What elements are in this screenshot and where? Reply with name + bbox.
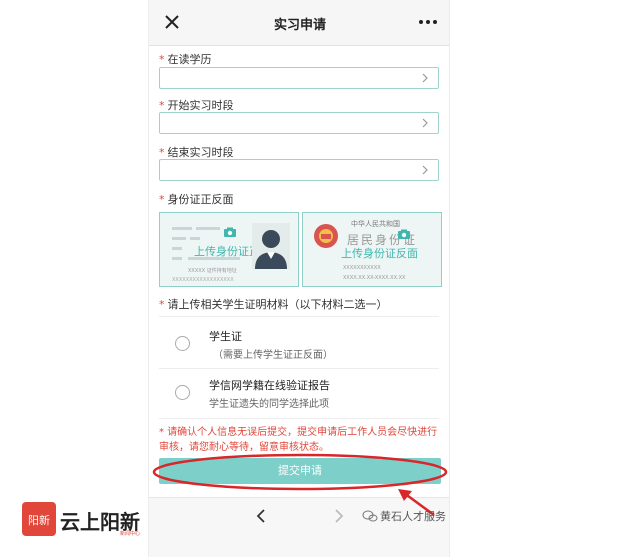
option-student-card[interactable]: 学生证 （需要上传学生证正反面）	[159, 320, 439, 368]
id-section-label: * 身份证正反面	[159, 193, 234, 206]
chevron-right-icon	[422, 73, 428, 83]
text-line	[196, 227, 220, 230]
brand-mark-text: 阳新	[28, 513, 50, 527]
required-mark: *	[159, 53, 165, 66]
watermark: 黄石人才服务	[362, 508, 446, 528]
address-hint: XXXXX 证件持有地址	[188, 268, 237, 274]
divider	[159, 368, 439, 369]
validity-row: XXXX.XX.XX-XXXX.XX.XX	[343, 275, 406, 281]
text-line	[172, 257, 182, 260]
radio-button[interactable]	[175, 336, 190, 351]
portrait-photo	[252, 223, 290, 269]
divider	[159, 418, 439, 419]
id-front-upload[interactable]: XXXXX 证件持有地址 上传身份证正面 XXXXXXXXXXXXXXXXXX	[159, 212, 299, 287]
more-options-icon[interactable]	[417, 14, 439, 30]
id-back-upload[interactable]: 中华人民共和国 居民身份证 上传身份证反面 XXXXXXXXXXX XXXX.X…	[302, 212, 442, 287]
watermark-text: 黄石人才服务	[380, 510, 446, 523]
option-subtitle: （需要上传学生证正反面）	[213, 350, 333, 361]
option-title: 学生证	[209, 330, 242, 343]
camera-icon	[398, 229, 410, 239]
required-mark: *	[159, 99, 165, 112]
camera-icon	[224, 227, 236, 237]
notice-text: * 请确认个人信息无误后提交，提交申请后工作人员会尽快进行审核，请您耐心等待，留…	[159, 427, 438, 453]
brand-logo: 阳新 云上阳新 新闻中心	[22, 500, 142, 540]
id-number-row: XXXXXXXXXXXXXXXXXX	[172, 277, 234, 283]
start-period-select[interactable]	[159, 112, 439, 134]
national-emblem-icon	[314, 224, 338, 248]
title-bar: 实习申请	[149, 0, 449, 46]
brand-mark-icon: 阳新	[22, 502, 56, 536]
end-period-label: * 结束实习时段	[159, 146, 234, 159]
chevron-right-icon	[422, 118, 428, 128]
education-label: * 在读学历	[159, 53, 212, 66]
chevron-right-icon	[422, 165, 428, 175]
required-mark: *	[159, 146, 165, 159]
issuing-row: XXXXXXXXXXX	[343, 265, 381, 271]
upload-back-text: 上传身份证反面	[341, 247, 418, 260]
text-line	[172, 237, 186, 240]
option-chsi-report[interactable]: 学信网学籍在线验证报告 学生证遗失的同学选择此项	[159, 370, 439, 418]
radio-button[interactable]	[175, 385, 190, 400]
education-select[interactable]	[159, 67, 439, 89]
screenshot-stage: 实习申请 * 在读学历 * 开始实习时段 * 结束实习时段 * 身份证正反面 X…	[0, 0, 629, 557]
option-title: 学信网学籍在线验证报告	[209, 379, 330, 392]
material-label: * 请上传相关学生证明材料（以下材料二选一）	[159, 298, 388, 311]
brand-tag: 新闻中心	[120, 531, 141, 537]
back-icon[interactable]	[255, 508, 269, 524]
forward-icon[interactable]	[331, 508, 345, 524]
text-line	[190, 237, 200, 240]
option-subtitle: 学生证遗失的同学选择此项	[209, 399, 329, 410]
end-period-select[interactable]	[159, 159, 439, 181]
text-line	[172, 247, 182, 250]
required-mark: *	[159, 298, 165, 311]
country-name: 中华人民共和国	[351, 220, 400, 228]
phone-screen: 实习申请 * 在读学历 * 开始实习时段 * 结束实习时段 * 身份证正反面 X…	[148, 0, 450, 557]
start-period-label: * 开始实习时段	[159, 99, 234, 112]
page-title: 实习申请	[273, 18, 326, 33]
required-mark: *	[159, 193, 165, 206]
wechat-icon	[362, 510, 378, 522]
text-line	[172, 227, 192, 230]
notice-star: *	[159, 427, 168, 438]
divider	[159, 316, 439, 317]
